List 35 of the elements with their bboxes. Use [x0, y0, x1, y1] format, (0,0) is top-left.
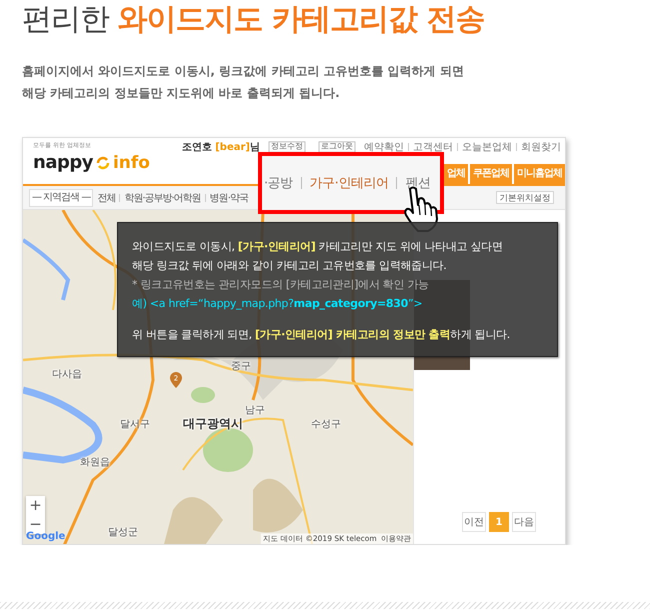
description-text: 해당 카테고리의 정보들만 지도위에 바로 출력되게 됩니다.	[22, 85, 340, 102]
page-button[interactable]: 이전	[462, 512, 486, 532]
category-link[interactable]: 학원·공부방·어학원	[124, 190, 201, 204]
top-link[interactable]: 회원찾기	[521, 140, 561, 154]
map-label: 중구	[231, 360, 251, 373]
logo-wordmark: info	[112, 152, 150, 172]
account-button[interactable]: 로그아웃	[318, 141, 356, 153]
page-button[interactable]: 다음	[512, 512, 536, 532]
category-link[interactable]: 전체	[97, 190, 116, 204]
description-text: 홈페이지에서 와이드지도로 이동시, 링크값에 카테고리 고유번호를 입력하게 되면	[22, 63, 464, 80]
category-link[interactable]: 가구·인테리어	[310, 174, 388, 192]
category-link[interactable]: 병원·약국	[210, 190, 248, 204]
note-text: * 링크고유번호는 관리자모드의 [카테고리관리]에서 확인 가능	[132, 277, 429, 293]
zoom-in-button[interactable]: +	[26, 496, 45, 515]
logo-mark-icon	[96, 156, 110, 170]
location-button[interactable]: 기본위치설정	[496, 191, 554, 204]
top-link[interactable]: 예약확인	[364, 140, 404, 154]
user-greeting: 조연호 [bear]님	[182, 141, 260, 154]
code-example: 예) <a href=“happy_map.php?map_category=830”>	[132, 296, 422, 312]
top-link[interactable]: 오늘본업체	[462, 140, 512, 154]
account-button[interactable]: 정보수정	[268, 141, 306, 153]
map-label: 달성군	[108, 526, 138, 539]
top-link[interactable]: 고객센터	[413, 140, 453, 154]
map-label: 화원읍	[80, 456, 110, 469]
region-select[interactable]: — 지역검색 —	[29, 188, 94, 206]
tooltip-text: 해당 링크값 뒤에 아래와 같이 카테고리 고유번호를 입력해줍니다.	[132, 258, 446, 274]
category-link[interactable]: ·공방	[264, 174, 293, 192]
map-label: 다사읍	[52, 368, 82, 381]
logo-wordmark: nappy	[33, 152, 93, 173]
map-brand: Google	[26, 531, 66, 542]
tooltip-text: 와이드지도로 이동시, [가구·인테리어] 카테고리만 지도 위에 나타내고 싶다면	[132, 239, 503, 255]
map-label: 남구	[245, 404, 265, 417]
page-heading: 편리한 와이드지도 카테고리값 전송	[22, 1, 484, 39]
tooltip-text: 위 버튼을 클릭하게 되면, [가구·인테리어] 카테고리의 정보만 출력하게 됩니다.	[132, 327, 510, 343]
map-label: 수성구	[311, 418, 341, 431]
